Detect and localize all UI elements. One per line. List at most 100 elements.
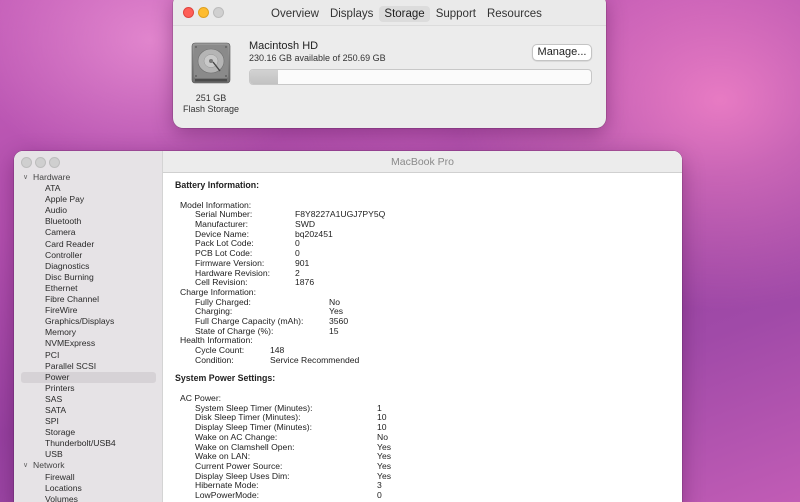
- sidebar-item-apple-pay[interactable]: Apple Pay: [14, 194, 163, 205]
- sidebar-item-fibre-channel[interactable]: Fibre Channel: [14, 294, 163, 305]
- storage-usage-fill: [250, 70, 278, 84]
- manage-button[interactable]: Manage...: [532, 44, 592, 61]
- tab-displays[interactable]: Displays: [325, 6, 378, 22]
- sidebar: ∨ Hardware ATA Apple Pay Audio Bluetooth Camer…: [14, 151, 163, 502]
- sidebar-item-label: SATA: [45, 404, 67, 415]
- detail-pane: MacBook Pro Battery Information: Model I…: [163, 151, 682, 502]
- info-group-header: Health Information:: [175, 336, 682, 346]
- sidebar-item-camera[interactable]: Camera: [14, 227, 163, 238]
- info-row: Condition: Service Recommended: [175, 354, 682, 366]
- sidebar-group-hardware[interactable]: ∨ Hardware: [14, 172, 163, 183]
- about-tab-bar: Overview Displays Storage Support Resour…: [266, 4, 548, 23]
- tab-resources[interactable]: Resources: [482, 6, 547, 22]
- about-titlebar: Overview Displays Storage Support Resour…: [173, 0, 606, 26]
- sidebar-list: ∨ Hardware ATA Apple Pay Audio Bluetooth Camer…: [14, 172, 163, 502]
- sidebar-item-label: Diagnostics: [45, 260, 90, 271]
- hard-drive-icon: [191, 42, 231, 84]
- sidebar-item-label: Hardware: [33, 172, 71, 182]
- sidebar-item-spi[interactable]: SPI: [14, 416, 163, 427]
- info-row: Wake on Clamshell Open: Yes: [175, 442, 682, 453]
- sidebar-item-pci[interactable]: PCI: [14, 350, 163, 361]
- tab-support[interactable]: Support: [431, 6, 481, 22]
- info-value: bq20z451: [295, 228, 333, 239]
- sidebar-item-storage[interactable]: Storage: [14, 427, 163, 438]
- zoom-button[interactable]: [213, 7, 224, 18]
- close-button[interactable]: [21, 157, 32, 168]
- sidebar-item-firewall[interactable]: Firewall: [14, 472, 163, 483]
- info-row: LowPowerMode: 0: [175, 489, 682, 501]
- info-row: Fully Charged: No: [175, 297, 682, 308]
- sidebar-item-label: Network: [33, 460, 65, 471]
- sidebar-item-locations[interactable]: Locations: [14, 483, 163, 494]
- sidebar-item-label: Power: [45, 371, 70, 382]
- sidebar-item-firewire[interactable]: FireWire: [14, 305, 163, 316]
- sidebar-item-label: SAS: [45, 393, 63, 404]
- sidebar-item-label: USB: [45, 449, 63, 460]
- info-value: 0: [377, 489, 382, 500]
- sidebar-item-disc-burning[interactable]: Disc Burning: [14, 272, 163, 283]
- sidebar-item-parallel-scsi[interactable]: Parallel SCSI: [14, 361, 163, 372]
- sidebar-item-audio[interactable]: Audio: [14, 205, 163, 216]
- sidebar-item-label: Parallel SCSI: [45, 360, 97, 371]
- sidebar-item-label: Printers: [45, 382, 75, 393]
- sidebar-item-sata[interactable]: SATA: [14, 405, 163, 416]
- sidebar-item-usb[interactable]: USB: [14, 449, 163, 460]
- sidebar-item-graphics-displays[interactable]: Graphics/Displays: [14, 316, 163, 327]
- close-button[interactable]: [183, 7, 194, 18]
- volume-available: 230.16 GB available of 250.69 GB: [249, 53, 386, 63]
- info-row: Hardware Revision: 2: [175, 268, 682, 279]
- sidebar-item-label: Audio: [45, 205, 67, 216]
- sidebar-item-ata[interactable]: ATA: [14, 183, 163, 194]
- sidebar-item-diagnostics[interactable]: Diagnostics: [14, 261, 163, 272]
- volume-name: Macintosh HD: [249, 40, 319, 52]
- sidebar-item-label: Memory: [45, 327, 77, 338]
- detail-content: Battery Information: Model Information: S…: [175, 180, 682, 502]
- sidebar-item-label: NVMExpress: [45, 338, 96, 349]
- disk-size: 251 GB: [195, 93, 227, 103]
- tab-overview[interactable]: Overview: [266, 6, 324, 22]
- sidebar-item-label: Volumes: [45, 493, 78, 502]
- storage-usage-bar: [249, 69, 592, 85]
- sidebar-item-controller[interactable]: Controller: [14, 250, 163, 261]
- sidebar-item-bluetooth[interactable]: Bluetooth: [14, 216, 163, 227]
- sidebar-item-sas[interactable]: SAS: [14, 394, 163, 405]
- info-row: Cycle Count: 148: [175, 345, 682, 356]
- sidebar-item-power[interactable]: Power: [21, 371, 156, 383]
- info-key: LowPowerMode:: [195, 489, 260, 500]
- sidebar-item-label: Firewall: [45, 471, 75, 482]
- sidebar-item-card-reader[interactable]: Card Reader: [14, 239, 163, 250]
- chevron-down-icon[interactable]: ∨: [23, 172, 28, 183]
- window-title: MacBook Pro: [163, 151, 682, 173]
- sidebar-item-memory[interactable]: Memory: [14, 327, 163, 338]
- disk-type: Flash Storage: [182, 104, 240, 114]
- sidebar-item-volumes[interactable]: Volumes: [14, 494, 163, 502]
- info-group-header: Charge Information:: [175, 287, 682, 298]
- sidebar-item-label: Graphics/Displays: [45, 316, 115, 327]
- info-row: Serial Number: F8Y8227A1UGJ7PY5Q: [175, 210, 682, 220]
- info-row: Manufacturer: SWD: [175, 219, 682, 230]
- chevron-down-icon[interactable]: ∨: [23, 460, 28, 471]
- sidebar-group-network[interactable]: ∨ Network: [14, 460, 163, 471]
- sidebar-item-label: Fibre Channel: [45, 294, 99, 305]
- sidebar-item-printers[interactable]: Printers: [14, 383, 163, 394]
- sidebar-item-label: SPI: [45, 416, 59, 427]
- sidebar-item-label: Storage: [45, 427, 76, 438]
- sidebar-item-label: ATA: [45, 183, 61, 194]
- sidebar-item-nvmexpress[interactable]: NVMExpress: [14, 338, 163, 349]
- sidebar-item-thunderbolt-usb4[interactable]: Thunderbolt/USB4: [14, 438, 163, 449]
- sidebar-item-label: Controller: [45, 249, 83, 260]
- sidebar-item-label: Bluetooth: [45, 216, 82, 227]
- battery-info-list: Model Information: Serial Number: F8Y8227A…: [175, 191, 682, 365]
- power-settings-list: AC Power: System Sleep Timer (Minutes): 1 D…: [175, 384, 682, 500]
- zoom-button[interactable]: [49, 157, 60, 168]
- power-section-title: System Power Settings:: [175, 373, 276, 384]
- minimize-button[interactable]: [35, 157, 46, 168]
- tab-storage[interactable]: Storage: [379, 5, 430, 22]
- battery-section-title: Battery Information:: [175, 180, 260, 190]
- minimize-button[interactable]: [198, 7, 209, 18]
- sidebar-item-ethernet[interactable]: Ethernet: [14, 283, 163, 294]
- sidebar-item-label: FireWire: [45, 305, 78, 316]
- info-key: Condition:: [195, 354, 234, 365]
